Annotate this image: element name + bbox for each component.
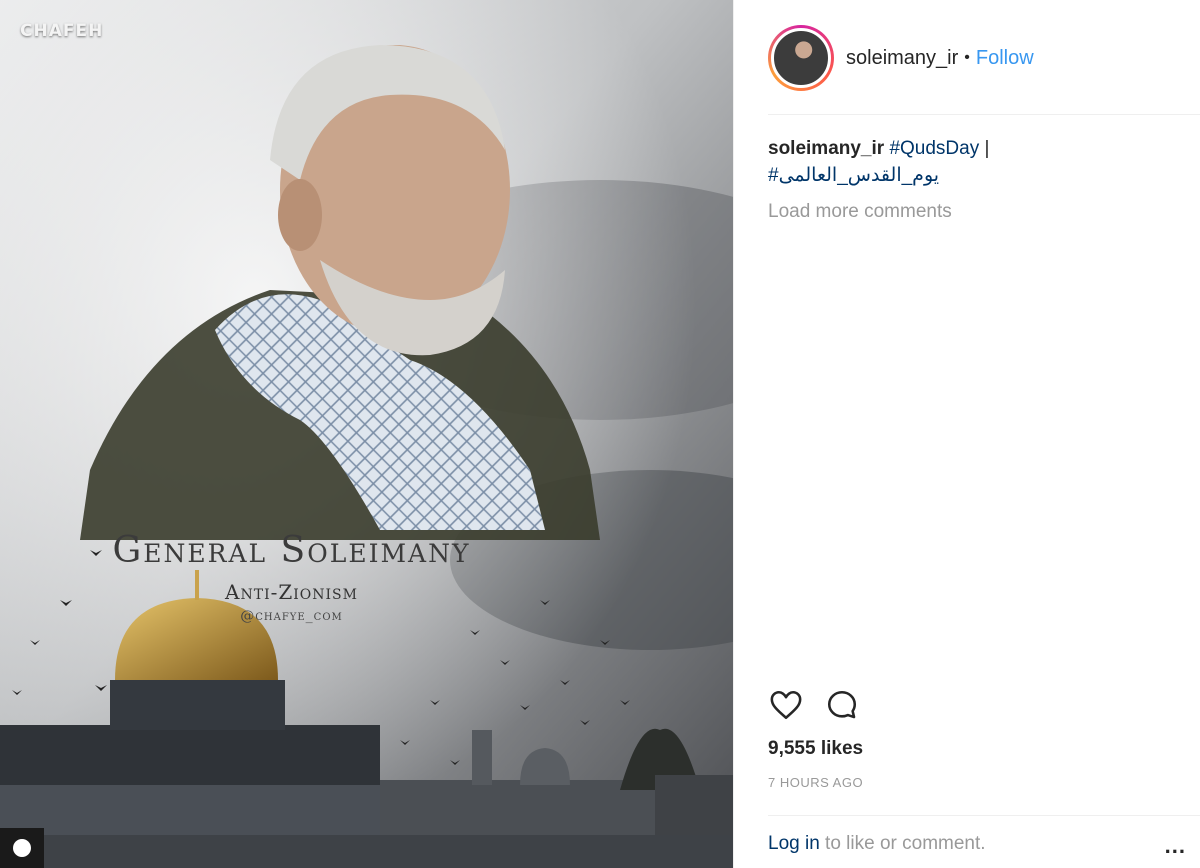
- heart-icon[interactable]: [768, 688, 804, 722]
- login-link[interactable]: Log in: [768, 833, 820, 854]
- likes-count[interactable]: 9,555 likes: [768, 738, 863, 760]
- footer-divider: [768, 815, 1200, 816]
- follow-button[interactable]: Follow: [976, 47, 1034, 70]
- post-sidebar: soleimany_ir • Follow soleimany_ir #Quds…: [733, 0, 1200, 868]
- post-image[interactable]: CHAFEH General Soleimany Anti-Zionism @c…: [0, 0, 733, 868]
- login-prompt: Log in to like or comment.: [768, 833, 986, 855]
- avatar-image: [771, 28, 831, 88]
- instagram-post: CHAFEH General Soleimany Anti-Zionism @c…: [0, 0, 1200, 868]
- more-options-icon[interactable]: ...: [1165, 833, 1186, 859]
- avatar[interactable]: [768, 25, 834, 91]
- poster-title: General Soleimany: [112, 530, 471, 571]
- header-divider: [768, 114, 1200, 115]
- post-timestamp[interactable]: 7 HOURS AGO: [768, 775, 863, 790]
- comment-icon[interactable]: [824, 688, 860, 722]
- header-username[interactable]: soleimany_ir: [846, 47, 958, 70]
- action-bar: [768, 688, 860, 722]
- poster-subtitle: Anti-Zionism: [225, 580, 358, 604]
- post-header: soleimany_ir • Follow: [768, 22, 1168, 94]
- image-watermark: CHAFEH: [20, 22, 103, 40]
- poster-handle: @chafye_com: [240, 608, 343, 624]
- watermark-text: CHAFEH: [20, 21, 104, 41]
- load-more-comments[interactable]: Load more comments: [768, 201, 952, 223]
- hashtag-arabic[interactable]: یوم_القدس_العالمی#: [768, 165, 939, 186]
- hashtag-qudsday[interactable]: #QudsDay: [889, 138, 979, 159]
- user-icon: [13, 839, 31, 857]
- login-prompt-text: to like or comment.: [819, 833, 986, 854]
- caption-username[interactable]: soleimany_ir: [768, 138, 884, 159]
- separator-dot: •: [964, 49, 970, 66]
- post-caption: soleimany_ir #QudsDay | یوم_القدس_العالم…: [768, 135, 1168, 189]
- tagged-users-button[interactable]: [0, 828, 44, 868]
- poster-artwork: [0, 0, 733, 868]
- caption-pipe: |: [984, 138, 990, 159]
